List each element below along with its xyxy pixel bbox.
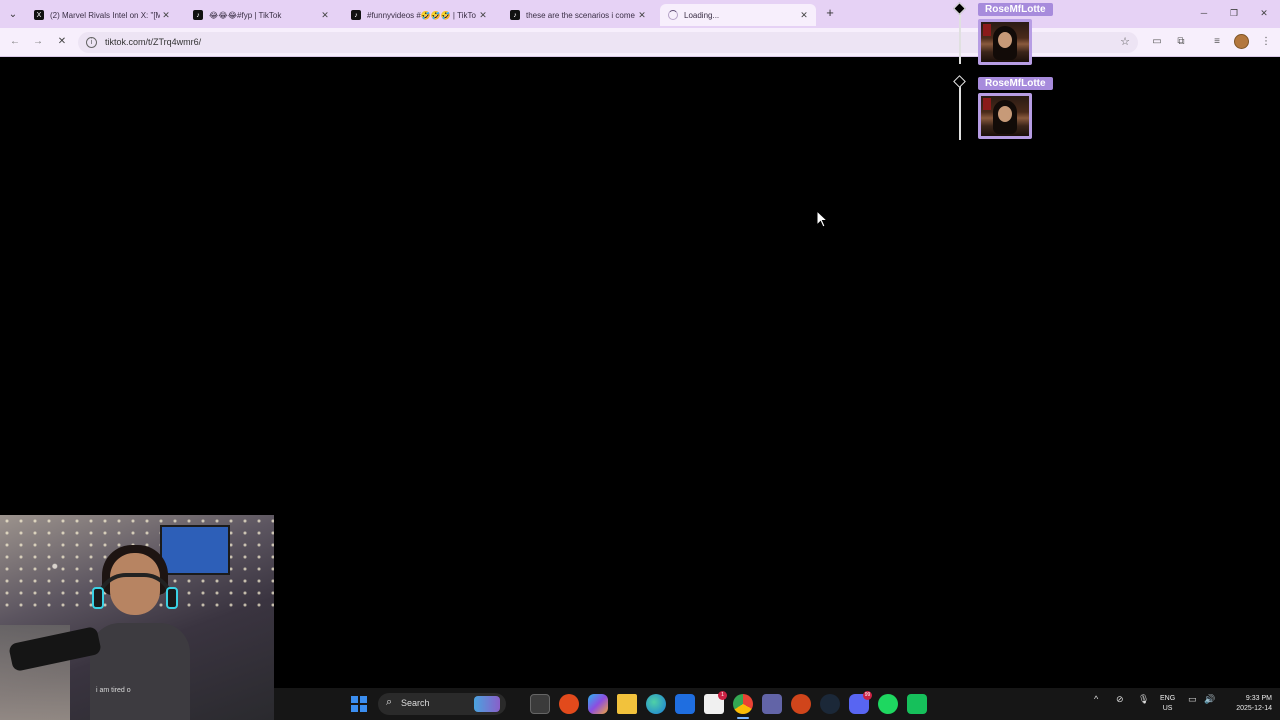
close-icon[interactable]: ✕ [636, 10, 648, 21]
webcam-feed: i am tired o [0, 515, 274, 720]
close-icon[interactable]: ✕ [477, 10, 489, 21]
forward-arrow-icon[interactable]: → [31, 35, 45, 49]
steam-icon[interactable] [820, 694, 840, 714]
tab-title: Loading... [684, 10, 720, 20]
stop-loading-icon[interactable]: ✕ [55, 35, 69, 49]
region-code: US [1162, 705, 1173, 712]
tiktok-icon: ♪ [193, 10, 203, 20]
streaming-app-icon[interactable] [907, 694, 927, 714]
tiktok-icon: ♪ [510, 10, 520, 20]
microsoft-store-icon[interactable]: 1 [704, 691, 727, 714]
tab-title: #funnyvideos #🤣🤣🤣 | TikTo [367, 10, 476, 20]
chrome-icon[interactable] [733, 694, 753, 714]
tab-tiktok-scenarios[interactable]: ♪ these are the scenarios i come u ✕ [502, 4, 654, 26]
teams-icon[interactable] [762, 694, 782, 714]
overlay-timeline-line [959, 12, 961, 64]
active-app-indicator [737, 717, 749, 719]
search-highlight-icon [474, 696, 500, 712]
restore-icon[interactable]: ❐ [1227, 6, 1241, 20]
copilot-icon[interactable] [588, 694, 608, 714]
back-arrow-icon[interactable]: ← [8, 35, 22, 49]
cast-icon[interactable]: ▭ [1149, 34, 1165, 50]
close-icon[interactable]: ✕ [160, 10, 172, 21]
overlay-username: RoseMfLotte [978, 77, 1053, 90]
file-explorer-icon[interactable] [617, 694, 637, 714]
notification-badge: 99 [863, 691, 872, 700]
tray-overflow-icon[interactable]: ^ [1094, 694, 1098, 704]
tray-network-off-icon[interactable]: ⊘ [1116, 694, 1124, 705]
close-icon[interactable]: ✕ [798, 10, 810, 21]
menu-dots-icon[interactable]: ⋮ [1258, 34, 1274, 50]
tab-title: 😂😂😂#fyp | TikTok [209, 10, 282, 20]
clock-date: 2025-12-14 [1236, 705, 1272, 712]
tiktok-icon: ♪ [351, 10, 361, 20]
tab-marvel-rivals[interactable]: X (2) Marvel Rivals Intel on X: "[M ✕ [26, 4, 178, 26]
language-indicator[interactable]: ENG US [1160, 694, 1175, 714]
store-pen-icon[interactable] [675, 694, 695, 714]
minimize-icon[interactable]: ─ [1197, 6, 1211, 20]
close-icon[interactable]: ✕ [319, 10, 331, 21]
overlay-username: RoseMfLotte [978, 3, 1053, 16]
tab-title: these are the scenarios i come u [526, 10, 636, 20]
loading-spinner-icon [668, 10, 678, 20]
url-text[interactable]: tiktok.com/t/ZTrq4wmr6/ [105, 37, 201, 47]
overlay-diamond-icon [953, 75, 966, 88]
clock-time: 9:33 PM [1245, 695, 1272, 702]
screen: ⌄ X (2) Marvel Rivals Intel on X: "[M ✕ … [0, 0, 1280, 720]
tab-tiktok-fyp[interactable]: ♪ 😂😂😂#fyp | TikTok ✕ [185, 4, 337, 26]
profile-avatar[interactable] [1234, 34, 1249, 49]
search-icon: ⌕ [386, 696, 393, 708]
tab-tiktok-funnyvideos[interactable]: ♪ #funnyvideos #🤣🤣🤣 | TikTo ✕ [343, 4, 495, 26]
window-close-icon[interactable]: ✕ [1257, 6, 1271, 20]
browser-toolbar: ← → ✕ i tiktok.com/t/ZTrq4wmr6/ ☆ ▭ ⧉ ≡ … [0, 28, 1280, 57]
discord-icon[interactable]: 99 [849, 691, 872, 714]
shirt-text: i am tired o [96, 687, 131, 694]
tray-microphone-icon[interactable]: 🎙 [1138, 694, 1149, 705]
overlay-timeline-line [959, 86, 961, 140]
tab-search-chevron-icon[interactable]: ⌄ [4, 5, 22, 23]
windows-start-icon[interactable] [351, 696, 367, 712]
taskbar-search[interactable]: ⌕ Search [378, 693, 506, 715]
search-label: Search [401, 698, 430, 708]
brave-icon[interactable] [559, 694, 579, 714]
bookmark-star-icon[interactable]: ☆ [1120, 35, 1130, 48]
x-icon: X [34, 10, 44, 20]
site-info-icon[interactable]: i [86, 37, 97, 48]
tray-volume-icon[interactable]: 🔊 [1204, 694, 1215, 705]
edge-icon[interactable] [646, 694, 666, 714]
tray-display-icon[interactable]: ▭ [1188, 694, 1197, 705]
new-tab-button[interactable]: + [822, 5, 838, 21]
clock[interactable]: 9:33 PM 2025-12-14 [1224, 694, 1272, 714]
lang-code: ENG [1160, 695, 1176, 702]
spotify-icon[interactable] [878, 694, 898, 714]
overlay-avatar [978, 93, 1032, 139]
overlay-avatar [978, 19, 1032, 65]
task-view-icon[interactable] [530, 694, 550, 714]
tab-loading[interactable]: Loading... ✕ [660, 4, 816, 26]
extensions-icon[interactable]: ⧉ [1173, 34, 1189, 50]
tab-strip: ⌄ X (2) Marvel Rivals Intel on X: "[M ✕ … [0, 0, 1280, 28]
tab-title: (2) Marvel Rivals Intel on X: "[M [50, 10, 160, 20]
notification-badge: 1 [718, 691, 727, 700]
media-controls-icon[interactable]: ≡ [1209, 34, 1225, 50]
game-app-icon[interactable] [791, 694, 811, 714]
mouse-cursor-icon [816, 210, 828, 228]
windows-taskbar: ⌕ Search 1 99 ^ ⊘ 🎙 ENG US ▭ 🔊 9:33 PM 2… [274, 688, 1280, 720]
